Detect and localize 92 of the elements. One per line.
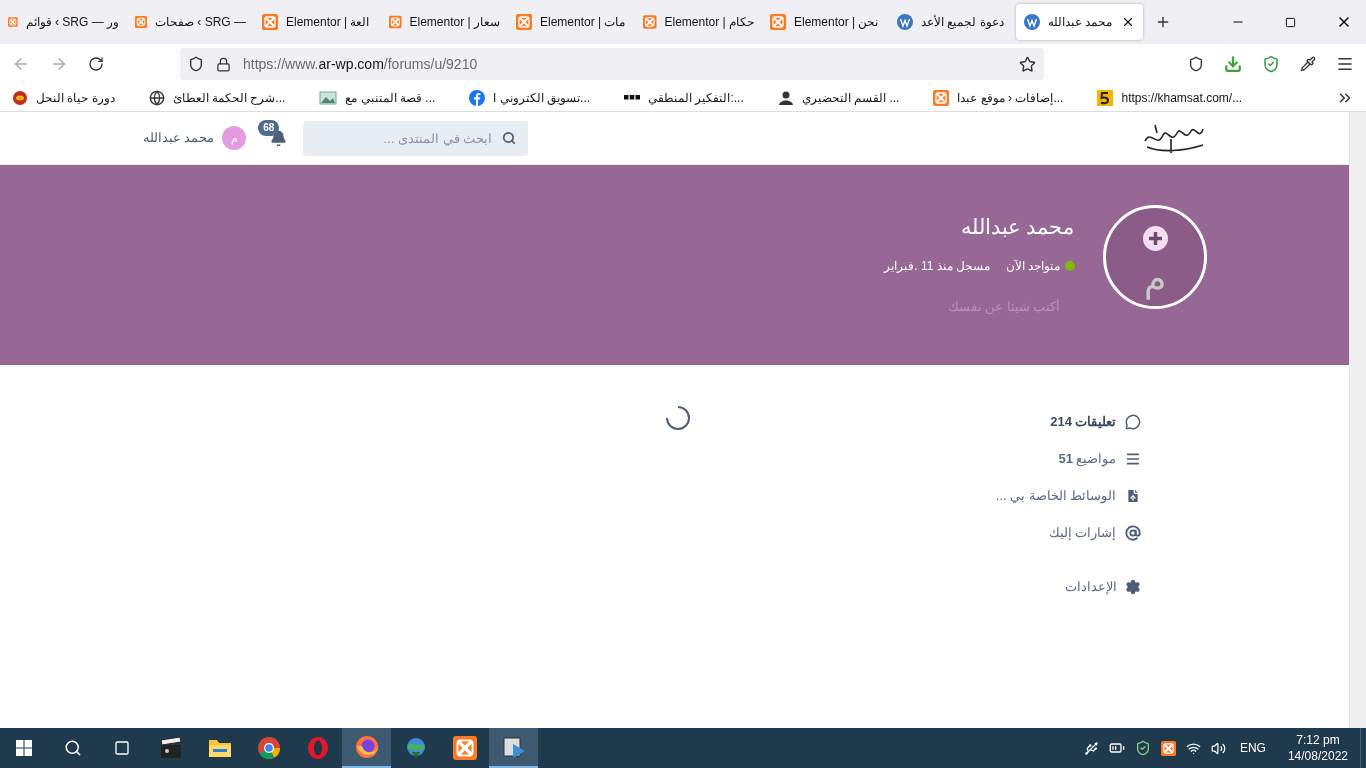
wifi-icon[interactable] (1185, 740, 1201, 756)
bookmark[interactable]: قصة المتنبي مع ... (319, 88, 436, 107)
browser-tab[interactable]: قوائم ‹ SRG — ور (0, 4, 127, 40)
bookmark[interactable]: https://khamsat.com/... (1097, 88, 1243, 107)
image-icon (319, 89, 338, 106)
shield-check-icon[interactable] (1262, 55, 1280, 73)
profile-name: محمد عبدالله (959, 214, 1075, 240)
browser-tab[interactable]: دعوة لجميع الأعد (889, 4, 1016, 40)
bookmark[interactable]: تسويق الكتروني ا... (469, 88, 591, 107)
browser-tab[interactable]: Elementor | سعار (381, 4, 508, 40)
facebook-icon (469, 89, 486, 106)
volume-icon[interactable] (1210, 740, 1226, 756)
xampp-icon (643, 14, 657, 30)
search-icon[interactable] (64, 739, 82, 757)
wordpress-icon (1024, 14, 1040, 30)
five-icon (1097, 89, 1114, 106)
tab-title: Elementor | حكام (664, 14, 754, 31)
browser-tab[interactable]: صفحات ‹ SRG — (127, 4, 254, 40)
eyedropper-icon[interactable] (1300, 56, 1316, 72)
xampp-tray-icon (1160, 740, 1176, 756)
tab-title: Elementor | العة (286, 14, 371, 31)
bookmark[interactable]: القسم التحضيري ... (777, 88, 900, 107)
xampp-icon (389, 14, 402, 30)
tab-title: صفحات ‹ SRG — (155, 14, 246, 31)
online-status: متواجد الآن (1006, 257, 1061, 275)
xampp-icon (516, 14, 532, 30)
registration-date: مسجل منذ 11 .فبراير (884, 257, 991, 275)
language-indicator[interactable]: ENG (1239, 739, 1266, 757)
firefox-icon (353, 734, 380, 760)
new-tab-icon[interactable] (1155, 14, 1171, 30)
menu-icon[interactable] (1336, 55, 1354, 73)
at-icon (1124, 524, 1141, 541)
comment-icon (1124, 413, 1141, 430)
profile-menu-item[interactable]: إشارات إليك (990, 514, 1141, 551)
avatar-letter: م (1143, 259, 1166, 299)
browser-tab[interactable]: محمد عبدالله (1016, 4, 1143, 40)
wordpress-icon (897, 14, 913, 30)
taskbar-app[interactable] (489, 728, 538, 768)
tab-title: قوائم ‹ SRG — ور (25, 14, 119, 31)
xampp-icon (135, 14, 147, 30)
tab-title: Elementor | سعار (409, 14, 500, 31)
battery-icon[interactable] (1108, 740, 1125, 756)
clock-date[interactable]: 14/08/2022 (1287, 748, 1348, 764)
xampp-icon (452, 736, 477, 760)
bookmark[interactable]: التفكير المنطقي:... (624, 88, 744, 107)
url-text: https://www.ar-wp.com/forums/u/9210 (243, 54, 479, 74)
xampp-icon (770, 14, 786, 30)
xampp-icon (262, 14, 278, 30)
profile-menu-item[interactable]: تعليقات 214 (990, 403, 1141, 440)
address-bar[interactable]: https://www.ar-wp.com/forums/u/9210 (180, 48, 1044, 80)
globe-icon (148, 89, 165, 106)
search-icon (502, 130, 517, 145)
close-tab-icon[interactable] (1121, 15, 1135, 29)
xampp-icon (8, 14, 18, 30)
browser-tab[interactable]: Elementor | حكام (635, 4, 762, 40)
shield-icon (188, 56, 204, 72)
bookmark[interactable]: دورة حياة النحل (12, 88, 115, 107)
settings-icon (1124, 578, 1141, 595)
windows-start-icon[interactable] (16, 740, 32, 756)
notification-bell-icon[interactable] (270, 129, 288, 147)
profile-menu-item[interactable]: الإعدادات (990, 568, 1141, 605)
user-name[interactable]: محمد عبدالله (142, 128, 215, 148)
restore-icon[interactable] (1285, 16, 1296, 28)
browser-tab[interactable]: Elementor | نحن (762, 4, 889, 40)
xampp-icon (933, 89, 950, 106)
tab-title: Elementor | نحن (794, 14, 880, 31)
browser-tab[interactable]: Elementor | مات (508, 4, 635, 40)
reload-icon[interactable] (88, 56, 104, 72)
task-view-icon[interactable] (114, 740, 130, 756)
list-icon (1124, 450, 1141, 467)
bookmark[interactable]: إضافات ‹ موقع عبدا... (933, 88, 1064, 107)
profile-menu-item[interactable]: الوسائط الخاصة بي ... (990, 477, 1141, 514)
browser-tab[interactable]: Elementor | العة (254, 4, 381, 40)
bookmark-star-icon[interactable] (1019, 55, 1036, 73)
scrollbar[interactable] (1349, 112, 1366, 728)
chrome-icon (255, 735, 282, 761)
add-photo-icon[interactable] (1142, 226, 1168, 251)
clapperboard-icon (157, 735, 184, 761)
usb-icon[interactable] (1083, 740, 1099, 756)
search-field[interactable]: ابحث في المنتدى ... (303, 120, 529, 156)
clock-time[interactable]: 7:12 pm (1296, 732, 1340, 748)
tab-title: Elementor | مات (540, 14, 627, 31)
lock-icon (216, 56, 231, 72)
tab-title: دعوة لجميع الأعد (921, 13, 1005, 31)
media-player-icon (500, 734, 527, 760)
download-icon[interactable] (1224, 55, 1242, 73)
person-icon (777, 89, 794, 106)
tab-title: محمد عبدالله (1048, 14, 1113, 31)
loading-spinner-icon (664, 405, 691, 431)
notification-count: 68 (258, 119, 280, 136)
bookmark[interactable]: شرح الحكمة العطائ... (148, 88, 286, 107)
dots-icon (624, 95, 641, 100)
